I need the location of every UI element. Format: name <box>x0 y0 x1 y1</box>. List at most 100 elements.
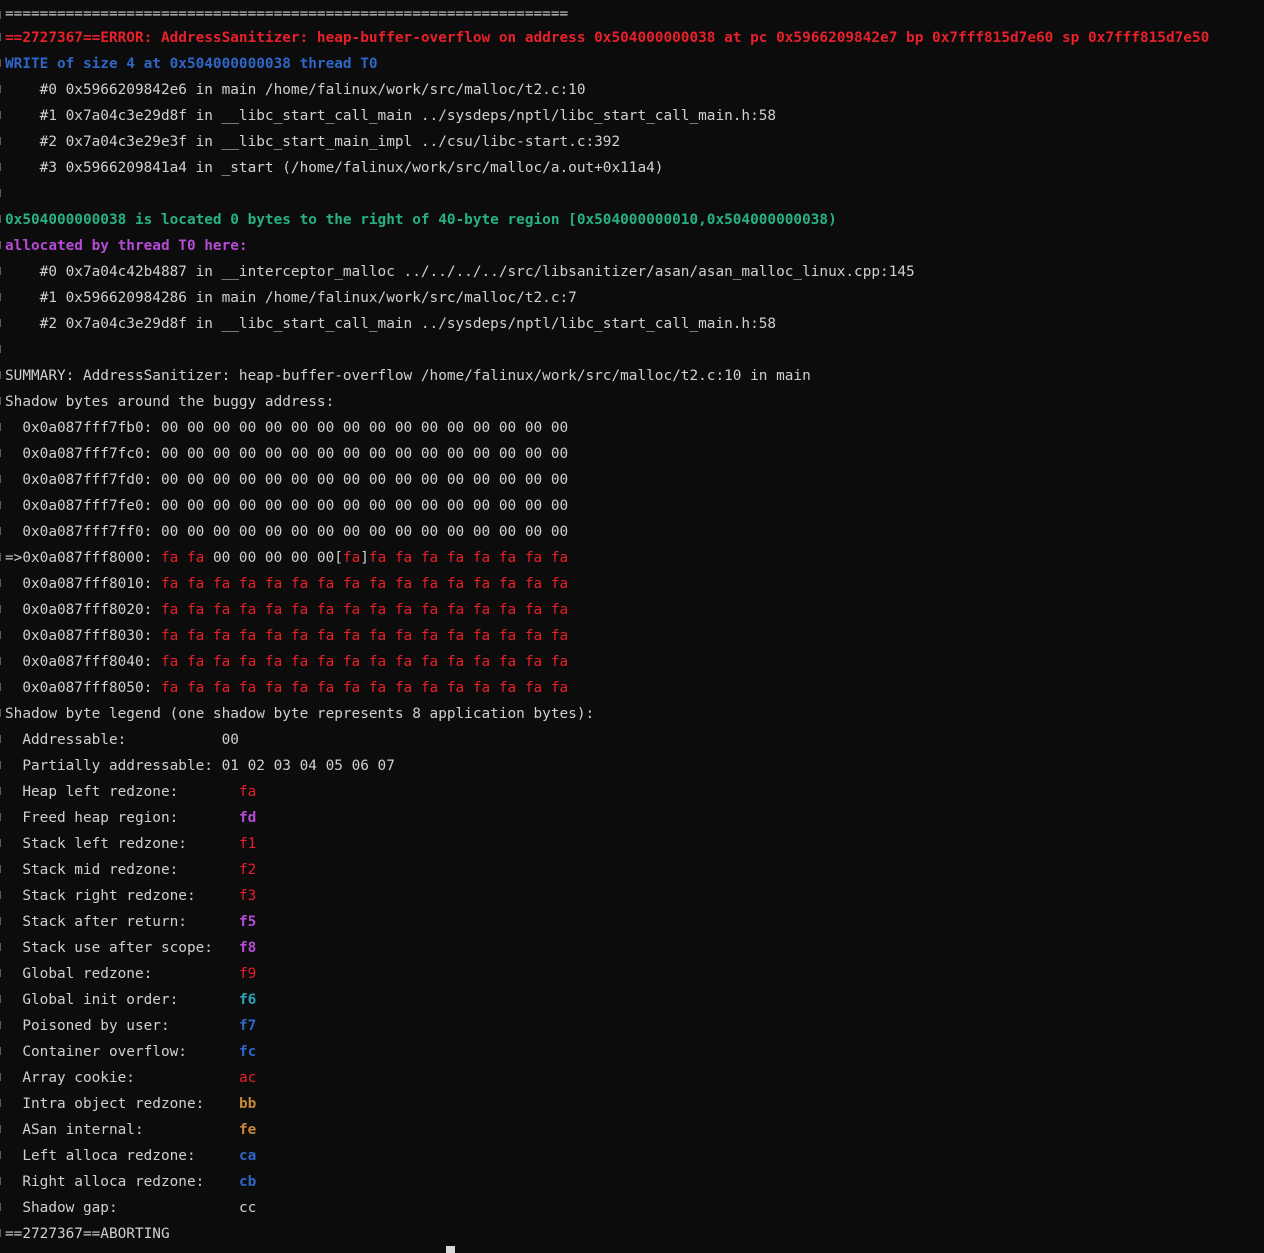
legend-row: Partially addressable: 01 02 03 04 05 06… <box>5 753 1264 779</box>
gutter-tick <box>0 735 4 743</box>
shadow-row-bytes: fa fa fa fa fa fa fa fa fa fa fa fa fa f… <box>160 680 569 696</box>
gutter-tick <box>0 1125 4 1133</box>
stack-frame: #2 0x7a04c3e29e3f in __libc_start_main_i… <box>5 134 621 150</box>
legend-row: Stack use after scope: f8 <box>5 935 1264 961</box>
shadow-row: 0x0a087fff7fd0: 00 00 00 00 00 00 00 00 … <box>5 472 569 488</box>
legend-label: Container overflow: <box>5 1044 239 1060</box>
legend-row: Intra object redzone: bb <box>5 1091 1264 1117</box>
shadow-row: 0x0a087fff7fe0: 00 00 00 00 00 00 00 00 … <box>5 498 569 514</box>
shadow-row-address: 0x0a087fff8020: <box>5 602 161 618</box>
shadow-row: 0x0a087fff7fb0: 00 00 00 00 00 00 00 00 … <box>5 420 569 436</box>
legend-row: Left alloca redzone: ca <box>5 1143 1264 1169</box>
gutter-tick <box>0 1177 4 1185</box>
legend-label: Stack left redzone: <box>5 836 239 852</box>
legend-code: f9 <box>238 966 257 982</box>
legend-code: f6 <box>238 992 257 1008</box>
legend-code: f7 <box>238 1018 257 1034</box>
gutter-tick <box>0 527 4 535</box>
gutter-tick <box>0 995 4 1003</box>
gutter-tick <box>0 11 4 19</box>
stack-frame: #0 0x5966209842e6 in main /home/falinux/… <box>5 82 586 98</box>
legend-code: 01 02 03 04 05 06 07 <box>221 758 395 774</box>
gutter-tick <box>0 631 4 639</box>
gutter-tick <box>0 1229 4 1237</box>
legend-title: Shadow byte legend (one shadow byte repr… <box>5 706 595 722</box>
legend-label: Stack right redzone: <box>5 888 239 904</box>
legend-code: f2 <box>238 862 257 878</box>
gutter-tick <box>0 319 4 327</box>
legend-code: fe <box>238 1122 257 1138</box>
gutter-tick <box>0 1073 4 1081</box>
stack-frame: #0 0x7a04c42b4887 in __interceptor_mallo… <box>5 264 915 280</box>
gutter-tick <box>0 449 4 457</box>
gutter-tick <box>0 709 4 717</box>
legend-row: Heap left redzone: fa <box>5 779 1264 805</box>
legend-label: Array cookie: <box>5 1070 239 1086</box>
buggy-byte-marker: fa <box>342 550 361 566</box>
legend-code: f8 <box>238 940 257 956</box>
gutter-tick <box>0 683 4 691</box>
legend-label: Heap left redzone: <box>5 784 239 800</box>
legend-code: bb <box>238 1096 257 1112</box>
shadow-row-address: 0x0a087fff8030: <box>5 628 161 644</box>
located-line: 0x504000000038 is located 0 bytes to the… <box>5 212 837 228</box>
legend-row: Right alloca redzone: cb <box>5 1169 1264 1195</box>
shadow-row-address: 0x0a087fff8040: <box>5 654 161 670</box>
buggy-row-zeros: 00 00 00 00 00[ <box>204 550 343 566</box>
legend-label: Global init order: <box>5 992 239 1008</box>
error-header-line: ==2727367==ERROR: AddressSanitizer: heap… <box>5 30 1210 46</box>
shadow-row-bytes: fa fa fa fa fa fa fa fa fa fa fa fa fa f… <box>160 602 569 618</box>
shadow-row-address: 0x0a087fff8050: <box>5 680 161 696</box>
gutter-tick <box>0 891 4 899</box>
buggy-row-address: =>0x0a087fff8000: <box>5 550 161 566</box>
shadow-row: 0x0a087fff8010: fa fa fa fa fa fa fa fa … <box>5 571 1264 597</box>
gutter-tick <box>0 59 4 67</box>
gutter-tick <box>0 865 4 873</box>
gutter-tick <box>0 605 4 613</box>
legend-code: fd <box>238 810 257 826</box>
shadow-row-bytes: fa fa fa fa fa fa fa fa fa fa fa fa fa f… <box>160 628 569 644</box>
legend-code: f5 <box>238 914 257 930</box>
legend-code: fa <box>238 784 257 800</box>
legend-label: Stack after return: <box>5 914 239 930</box>
gutter-tick <box>0 345 4 353</box>
separator-line: ========================================… <box>5 6 569 22</box>
terminal-output[interactable]: ========================================… <box>5 3 1264 1253</box>
gutter-tick <box>0 215 4 223</box>
gutter-tick <box>0 839 4 847</box>
gutter-tick <box>0 475 4 483</box>
gutter-tick <box>0 371 4 379</box>
buggy-row-bracket: ] <box>360 550 369 566</box>
legend-row: Addressable: 00 <box>5 727 1264 753</box>
legend-row: Global init order: f6 <box>5 987 1264 1013</box>
shadow-title: Shadow bytes around the buggy address: <box>5 394 335 410</box>
gutter-tick <box>0 241 4 249</box>
shadow-row-bytes: fa fa fa fa fa fa fa fa fa fa fa fa fa f… <box>160 576 569 592</box>
stack-frame: #1 0x596620984286 in main /home/falinux/… <box>5 290 577 306</box>
shadow-row: 0x0a087fff8050: fa fa fa fa fa fa fa fa … <box>5 675 1264 701</box>
shadow-row-address: 0x0a087fff8010: <box>5 576 161 592</box>
legend-code: 00 <box>221 732 239 748</box>
gutter-tick <box>0 501 4 509</box>
gutter-tick <box>0 1047 4 1055</box>
legend-label: Shadow gap: <box>5 1200 239 1216</box>
legend-row: Global redzone: f9 <box>5 961 1264 987</box>
legend-row: Poisoned by user: f7 <box>5 1013 1264 1039</box>
legend-label: Left alloca redzone: <box>5 1148 239 1164</box>
text-cursor <box>446 1246 455 1253</box>
legend-row: Freed heap region: fd <box>5 805 1264 831</box>
legend-row: Stack right redzone: f3 <box>5 883 1264 909</box>
buggy-row-redzone-rest: fa fa fa fa fa fa fa fa <box>368 550 569 566</box>
legend-code: f1 <box>238 836 257 852</box>
shadow-row-bytes: fa fa fa fa fa fa fa fa fa fa fa fa fa f… <box>160 654 569 670</box>
gutter-tick <box>0 33 4 41</box>
legend-row: Shadow gap: cc <box>5 1195 1264 1221</box>
gutter-tick <box>0 787 4 795</box>
gutter-tick <box>0 1203 4 1211</box>
legend-code: cc <box>238 1200 257 1216</box>
gutter-tick <box>0 657 4 665</box>
gutter-tick <box>0 813 4 821</box>
gutter-tick <box>0 293 4 301</box>
